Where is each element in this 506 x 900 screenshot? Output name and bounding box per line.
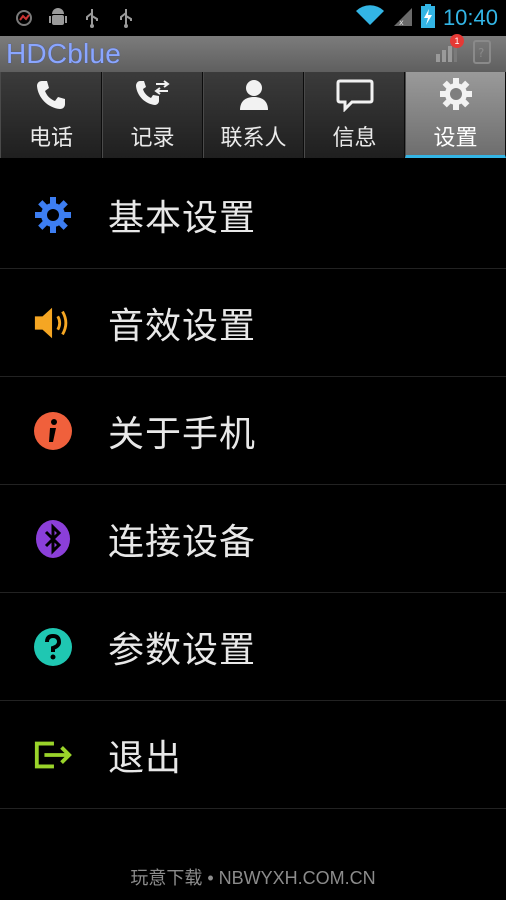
menu-item-connect-device[interactable]: 连接设备 — [0, 485, 506, 593]
app-title-bar: HDCblue 1 ? — [0, 34, 506, 72]
menu-item-exit[interactable]: 退出 — [0, 701, 506, 809]
menu-item-label: 基本设置 — [108, 197, 257, 239]
device-unknown-icon[interactable]: ? — [472, 40, 492, 68]
speaker-icon — [33, 303, 73, 343]
svg-text:x: x — [399, 18, 404, 27]
android-debug-icon — [12, 6, 36, 30]
battery-charging-icon — [420, 4, 435, 32]
help-icon — [33, 627, 73, 667]
info-icon — [33, 411, 73, 451]
gear-icon — [33, 195, 73, 235]
exit-icon — [33, 735, 73, 775]
tab-messages[interactable]: 信息 — [304, 72, 405, 158]
tab-label: 信息 — [332, 126, 377, 151]
watermark: 玩意下载 • NBWYXH.COM.CN — [130, 868, 376, 888]
call-log-icon — [134, 78, 172, 116]
phone-icon — [34, 78, 68, 116]
menu-item-sound-settings[interactable]: 音效设置 — [0, 269, 506, 377]
usb-icon — [80, 6, 104, 30]
menu-item-label: 退出 — [108, 737, 183, 779]
tab-label: 设置 — [433, 125, 478, 151]
settings-menu: 基本设置 音效设置 关于手机 连接设备 参数设置 退出 — [0, 161, 506, 809]
contacts-icon — [237, 78, 271, 116]
signal-status-icon[interactable]: 1 — [434, 34, 464, 68]
signal-icon: x — [393, 5, 413, 31]
notification-badge: 1 — [450, 34, 464, 48]
svg-text:?: ? — [478, 46, 484, 60]
bluetooth-icon — [33, 519, 73, 559]
app-title: HDCblue — [6, 38, 121, 69]
tab-contacts[interactable]: 联系人 — [203, 72, 304, 158]
message-icon — [336, 78, 374, 116]
tab-label: 联系人 — [220, 126, 287, 151]
status-bar: x 10:40 — [0, 0, 506, 36]
tab-label: 记录 — [130, 126, 175, 151]
menu-item-label: 音效设置 — [108, 305, 257, 347]
tab-label: 电话 — [28, 126, 73, 151]
usb-icon — [114, 6, 138, 30]
menu-item-label: 参数设置 — [108, 629, 257, 671]
tab-settings[interactable]: 设置 — [405, 72, 506, 158]
tab-call-log[interactable]: 记录 — [102, 72, 203, 158]
settings-icon — [438, 76, 474, 116]
menu-item-label: 关于手机 — [108, 413, 257, 455]
menu-item-about-phone[interactable]: 关于手机 — [0, 377, 506, 485]
wifi-icon — [355, 5, 385, 31]
menu-item-parameter-settings[interactable]: 参数设置 — [0, 593, 506, 701]
android-icon — [46, 6, 70, 30]
menu-item-basic-settings[interactable]: 基本设置 — [0, 161, 506, 269]
menu-item-label: 连接设备 — [108, 521, 257, 563]
tab-phone[interactable]: 电话 — [0, 72, 102, 158]
tab-bar: 电话 记录 联系人 信息 设置 — [0, 72, 506, 158]
clock: 10:40 — [442, 5, 498, 30]
